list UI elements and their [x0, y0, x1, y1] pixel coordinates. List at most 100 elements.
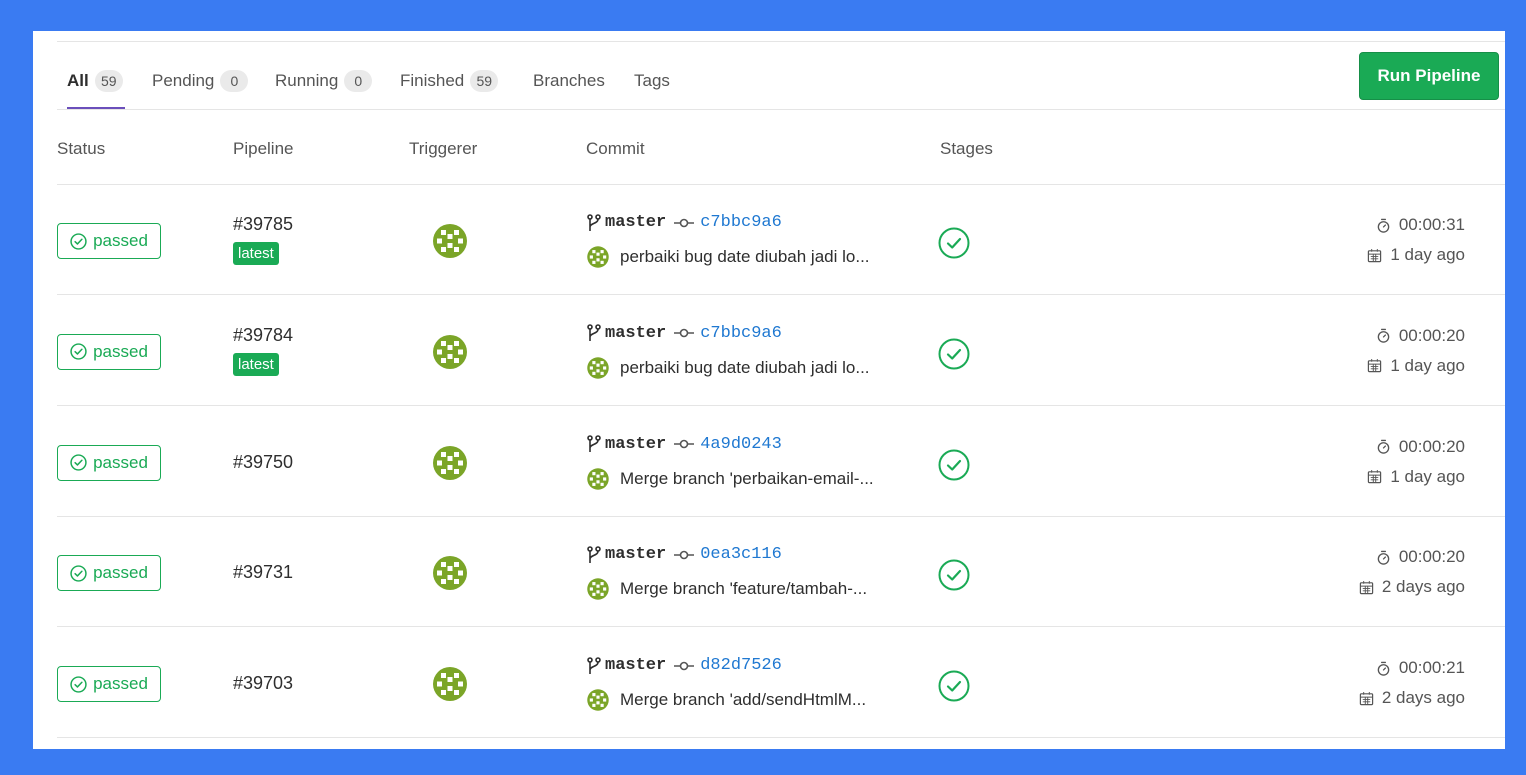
finished-text: 1 day ago	[1390, 466, 1465, 486]
commit-message-link[interactable]: Merge branch 'feature/tambah-...	[620, 579, 867, 599]
commit-ref: master d82d7526	[586, 656, 782, 675]
stage-success-icon[interactable]	[938, 670, 970, 702]
tab-label: Running	[275, 70, 339, 90]
tab-label: Pending	[152, 70, 215, 90]
tab-label: Branches	[533, 70, 605, 90]
commit-sha-link[interactable]: d82d7526	[700, 656, 782, 675]
commit-message-link[interactable]: perbaiki bug date diubah jadi lo...	[620, 358, 870, 378]
commit-ref: master 4a9d0243	[586, 435, 782, 454]
stage-success-icon[interactable]	[938, 338, 970, 370]
header-status: Status	[57, 139, 106, 158]
tab-count: 0	[220, 69, 249, 92]
tab-label: Tags	[634, 70, 670, 90]
pipeline-id-link[interactable]: #39703	[233, 673, 293, 694]
calendar-icon	[1359, 580, 1374, 595]
triggerer-avatar[interactable]	[431, 554, 469, 593]
status-text: passed	[93, 452, 148, 472]
calendar-icon	[1368, 470, 1382, 484]
commit-author-avatar[interactable]	[586, 245, 610, 269]
table-row: passed #39784 latest master c7bbc9a6 per…	[33, 296, 1505, 406]
finished-at: 2 days ago	[1359, 577, 1465, 597]
commit-icon	[674, 550, 695, 560]
commit-sha-link[interactable]: 4a9d0243	[700, 435, 782, 454]
commit-message-link[interactable]: perbaiki bug date diubah jadi lo...	[620, 247, 870, 267]
status-text: passed	[93, 674, 148, 694]
stage-success-icon[interactable]	[938, 559, 970, 591]
commit-title: Merge branch 'feature/tambah-...	[586, 577, 926, 601]
finished-at: 1 day ago	[1367, 245, 1465, 265]
branch-link[interactable]: master	[605, 435, 666, 454]
timer-icon	[1377, 661, 1390, 676]
branch-icon	[587, 546, 601, 563]
commit-message-link[interactable]: Merge branch 'add/sendHtmlM...	[620, 690, 866, 710]
status-text: passed	[93, 231, 148, 250]
duration: 00:00:31	[1376, 215, 1465, 235]
tab-all[interactable]: All 59	[67, 53, 125, 109]
finished-at: 2 days ago	[1359, 688, 1465, 708]
run-pipeline-button[interactable]: Run Pipeline	[1359, 52, 1499, 100]
pipeline-id-link[interactable]: #39731	[233, 562, 293, 583]
stage-success-icon[interactable]	[938, 449, 970, 481]
tab-tags[interactable]: Tags	[634, 53, 670, 108]
duration: 00:00:20	[1376, 547, 1465, 567]
status-badge[interactable]: passed	[57, 223, 161, 259]
branch-icon	[587, 324, 601, 342]
branch-link[interactable]: master	[605, 213, 666, 232]
commit-ref: master c7bbc9a6	[586, 324, 782, 343]
latest-badge: latest	[233, 242, 279, 265]
commit-sha-link[interactable]: c7bbc9a6	[700, 213, 782, 232]
commit-icon	[674, 218, 695, 227]
triggerer-avatar[interactable]	[431, 332, 469, 371]
check-circle-icon	[70, 343, 87, 360]
tab-label: Finished	[400, 70, 465, 90]
pipeline-id-link[interactable]: #39750	[233, 452, 293, 473]
calendar-icon	[1368, 248, 1382, 262]
status-text: passed	[93, 563, 148, 583]
table-row: passed #39731 master 0ea3c116 Merge bran…	[33, 517, 1505, 628]
finished-text: 2 days ago	[1381, 688, 1465, 708]
duration-text: 00:00:31	[1398, 215, 1465, 234]
commit-author-avatar[interactable]	[586, 467, 610, 491]
pipeline-id-link[interactable]: #39784	[233, 325, 293, 346]
tab-finished[interactable]: Finished 59	[400, 53, 499, 108]
table-row: passed #39703 master d82d7526 Merge bran…	[33, 628, 1505, 739]
triggerer-avatar[interactable]	[431, 222, 469, 260]
duration: 00:00:20	[1376, 326, 1465, 346]
pipeline-tabs: All 59 Pending 0 Running 0 Finished 59 B…	[57, 53, 1505, 109]
branch-icon	[587, 656, 601, 674]
branch-link[interactable]: master	[605, 656, 666, 675]
triggerer-avatar[interactable]	[431, 443, 469, 482]
duration-text: 00:00:20	[1398, 325, 1465, 345]
commit-ref: master 0ea3c116	[586, 545, 782, 564]
status-badge[interactable]: passed	[57, 666, 161, 703]
tab-running[interactable]: Running 0	[275, 53, 373, 108]
status-badge[interactable]: passed	[57, 444, 161, 481]
timer-icon	[1377, 218, 1390, 233]
tab-count: 59	[470, 69, 499, 92]
pipelines-panel: All 59 Pending 0 Running 0 Finished 59 B…	[33, 31, 1505, 749]
header-pipeline: Pipeline	[233, 139, 294, 158]
tab-pending[interactable]: Pending 0	[152, 53, 249, 108]
commit-author-avatar[interactable]	[586, 577, 610, 601]
row-divider	[57, 737, 1505, 739]
branch-icon	[587, 213, 601, 231]
status-text: passed	[93, 341, 148, 361]
check-circle-icon	[70, 454, 87, 471]
commit-author-avatar[interactable]	[586, 688, 610, 712]
stage-success-icon[interactable]	[938, 227, 970, 259]
branch-link[interactable]: master	[605, 324, 666, 343]
commit-author-avatar[interactable]	[586, 356, 610, 380]
commit-message-link[interactable]: Merge branch 'perbaikan-email-...	[620, 469, 874, 489]
branch-link[interactable]: master	[605, 545, 666, 564]
commit-title: Merge branch 'perbaikan-email-...	[586, 467, 926, 491]
timer-icon	[1377, 439, 1390, 454]
commit-sha-link[interactable]: c7bbc9a6	[700, 324, 782, 343]
commit-sha-link[interactable]: 0ea3c116	[700, 545, 782, 564]
tab-branches[interactable]: Branches	[533, 53, 605, 108]
calendar-icon	[1359, 691, 1374, 705]
status-badge[interactable]: passed	[57, 555, 161, 592]
triggerer-avatar[interactable]	[431, 665, 469, 704]
status-badge[interactable]: passed	[57, 333, 161, 370]
pipeline-id-link[interactable]: #39785	[233, 214, 293, 235]
check-circle-icon	[70, 232, 87, 250]
